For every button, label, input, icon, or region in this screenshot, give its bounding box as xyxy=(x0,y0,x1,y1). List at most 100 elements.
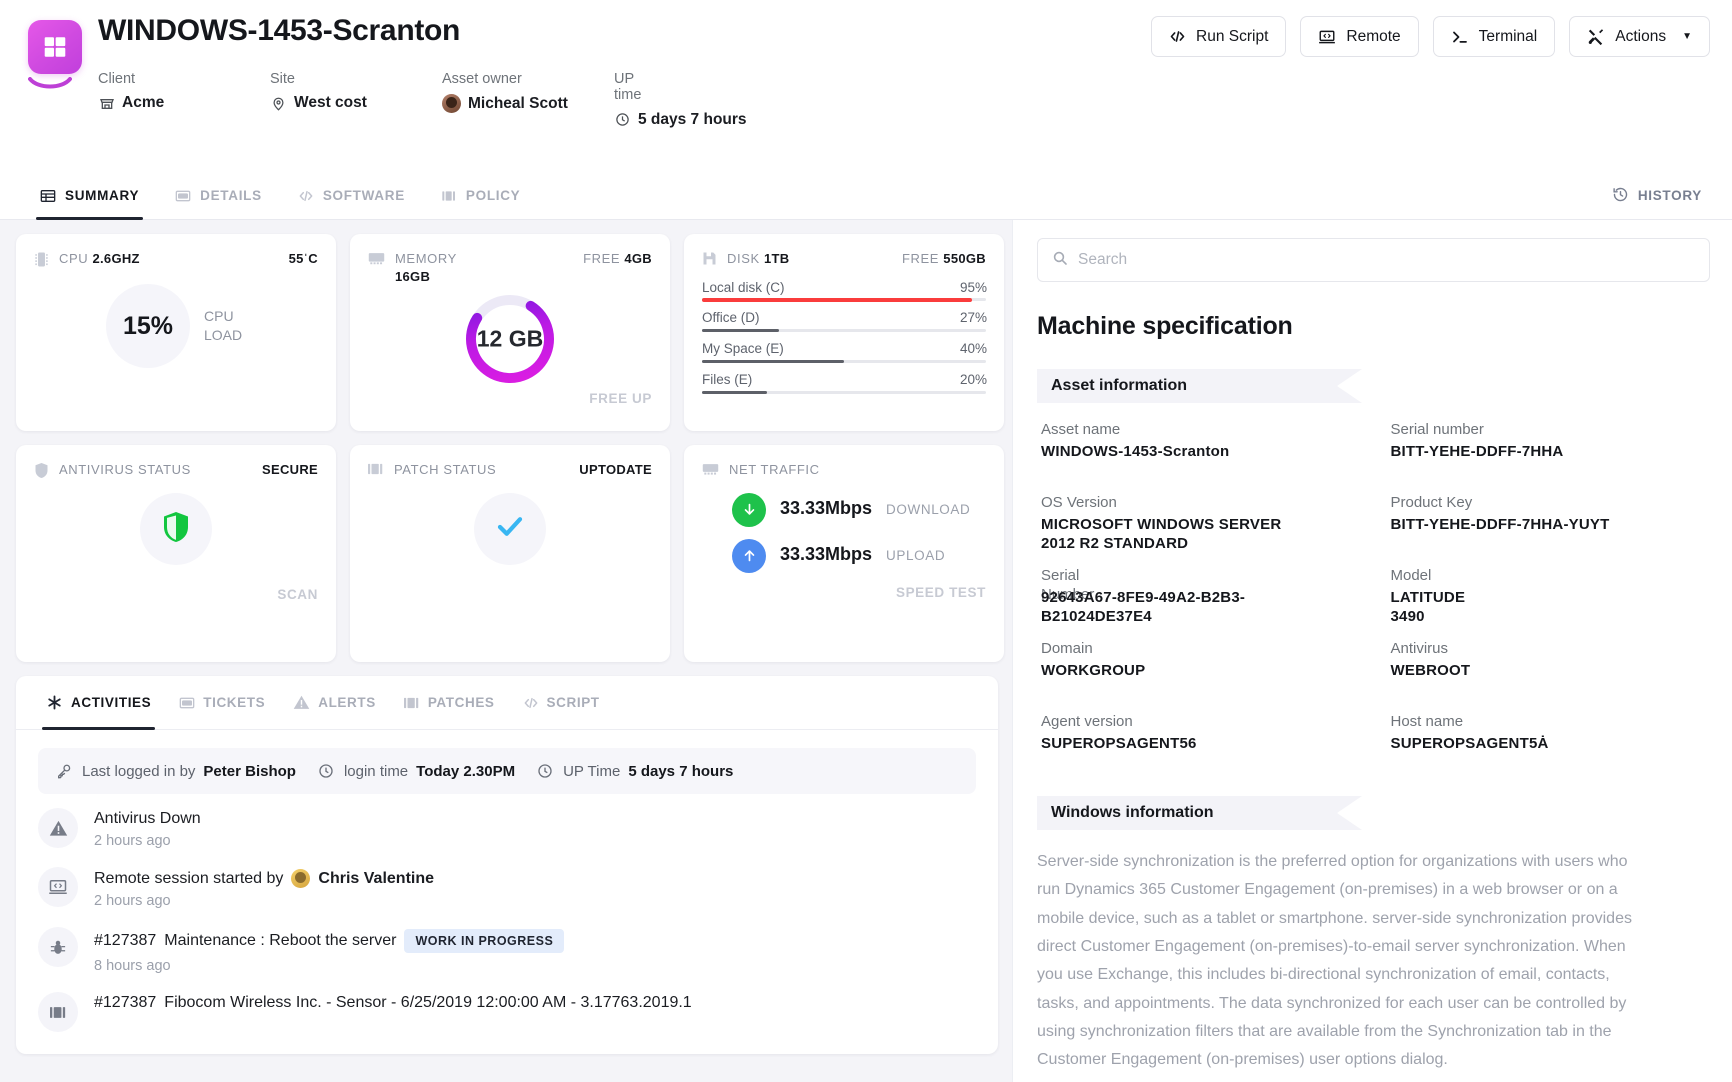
patch-icon xyxy=(368,462,384,476)
code-icon xyxy=(1169,28,1186,45)
cpu-title: CPU xyxy=(59,251,89,266)
tab-software-label: SOFTWARE xyxy=(322,188,405,203)
tab-patches[interactable]: PATCHES xyxy=(390,676,509,729)
clock-icon xyxy=(614,111,631,128)
antivirus-status: SECURE xyxy=(262,462,318,477)
login-time-label: login time xyxy=(343,762,409,780)
disk-volume-fill xyxy=(702,390,768,394)
spec-label: Agent version xyxy=(1041,713,1133,730)
tab-script[interactable]: SCRIPT xyxy=(509,676,614,729)
remote-label: Remote xyxy=(1346,27,1401,45)
cpu-card: CPU 2.6GHZ 55ˈC 15% CPU LOAD xyxy=(16,234,336,431)
right-panel: Machine specification Asset information … xyxy=(1012,220,1732,1082)
activity-title: Maintenance : Reboot the server xyxy=(164,932,397,949)
windows-information-section-header: Windows information xyxy=(1037,796,1362,830)
meta-site-value: West cost xyxy=(294,94,367,112)
disk-volume-fill xyxy=(702,359,844,363)
tab-details[interactable]: DETAILS xyxy=(157,172,280,219)
uptime-value: 5 days 7 hours xyxy=(628,762,734,780)
spec-value: MICROSOFT WINDOWS SERVER 2012 R2 STANDAR… xyxy=(1041,515,1282,553)
code-icon xyxy=(298,188,314,204)
tab-alerts[interactable]: ALERTS xyxy=(279,676,390,729)
search-box[interactable] xyxy=(1037,238,1710,282)
disk-volume-row: Files (E) 20% xyxy=(702,371,988,394)
list-item[interactable]: #127387 Fibocom Wireless Inc. - Sensor -… xyxy=(38,992,976,1032)
disk-title: DISK xyxy=(727,251,760,266)
activity-list: Antivirus Down 2 hours ago Remote sessio… xyxy=(16,794,998,1032)
meta-client-value-row: Acme xyxy=(98,94,270,112)
list-item[interactable]: Antivirus Down 2 hours ago xyxy=(38,808,976,849)
terminal-button[interactable]: Terminal xyxy=(1432,16,1556,57)
meta-asset-owner-value-row: Micheal Scott xyxy=(442,94,614,114)
arrow-up-icon xyxy=(732,538,766,573)
terminal-label: Terminal xyxy=(1478,27,1538,45)
activity-time: 8 hours ago xyxy=(94,958,171,974)
disk-volume-name: Office (D) xyxy=(702,309,760,325)
meta-uptime-value: 5 days 7 hours xyxy=(638,110,747,128)
memory-used-value: 12 GB xyxy=(476,325,544,352)
tab-policy[interactable]: POLICY xyxy=(423,172,538,219)
header-meta-row: Client Acme Site West cost Asset owner M… xyxy=(98,71,1704,129)
patch-status-gauge xyxy=(474,492,546,565)
run-script-label: Run Script xyxy=(1196,27,1269,45)
net-upload-speed: 33.33Mbps xyxy=(780,543,873,564)
disk-volume-track xyxy=(702,390,986,394)
list-item[interactable]: #127387 Maintenance : Reboot the server … xyxy=(38,927,976,974)
history-button[interactable]: HISTORY xyxy=(1612,172,1710,219)
tab-summary[interactable]: SUMMARY xyxy=(22,172,157,220)
tab-tickets[interactable]: TICKETS xyxy=(165,676,279,729)
meta-asset-owner-value: Micheal Scott xyxy=(468,94,568,112)
spec-value: 92643A67-8FE9-49A2-B2B3-B21024DE37E4 xyxy=(1041,588,1246,626)
shield-filled-icon xyxy=(161,510,191,549)
antivirus-scan-button[interactable]: SCAN xyxy=(34,587,318,602)
tab-patches-label: PATCHES xyxy=(427,695,495,710)
disk-volume-percent: 20% xyxy=(960,371,988,387)
memory-free-up-button[interactable]: FREE UP xyxy=(368,391,652,406)
tab-activities[interactable]: ACTIVITIES xyxy=(32,676,165,730)
spec-label: Host name xyxy=(1390,713,1464,730)
disk-volume-track xyxy=(702,359,986,363)
actions-label: Actions xyxy=(1615,27,1667,45)
search-input[interactable] xyxy=(1078,251,1695,269)
spec-field-serial-number: Serial Number 92643A67-8FE9-49A2-B2B3-B2… xyxy=(1041,567,1361,640)
page-header: WINDOWS-1453-Scranton Client Acme Site W… xyxy=(0,0,1732,172)
clock-icon xyxy=(537,763,553,779)
memory-total: 16GB xyxy=(395,268,431,284)
net-download-row: 33.33Mbps DOWNLOAD xyxy=(732,492,986,527)
net-speed-test-button[interactable]: SPEED TEST xyxy=(702,585,986,600)
memory-card: MEMORY 16GB FREE 4GB 12 GB FREE UP xyxy=(350,234,670,431)
memory-free-label: FREE xyxy=(583,251,621,266)
remote-button[interactable]: Remote xyxy=(1300,16,1419,57)
tab-software[interactable]: SOFTWARE xyxy=(280,172,423,219)
meta-asset-owner: Asset owner Micheal Scott xyxy=(442,71,614,129)
run-script-button[interactable]: Run Script xyxy=(1151,16,1287,57)
warning-triangle-icon xyxy=(38,808,78,848)
spec-label: Serial number xyxy=(1390,421,1484,438)
list-item[interactable]: Remote session started by Chris Valentin… xyxy=(38,867,976,909)
disk-volume-track xyxy=(702,328,986,332)
spec-field-os-version: OS Version MICROSOFT WINDOWS SERVER 2012… xyxy=(1041,494,1361,567)
meta-uptime: UP time 5 days 7 hours xyxy=(614,71,747,129)
key-icon xyxy=(56,763,72,779)
login-time-value: Today 2.30PM xyxy=(416,762,516,780)
checkmark-icon xyxy=(493,511,527,546)
actions-button[interactable]: Actions ▼ xyxy=(1569,16,1710,57)
tab-policy-label: POLICY xyxy=(465,188,521,203)
asset-information-title: Asset information xyxy=(1051,377,1188,394)
windows-information-title: Windows information xyxy=(1051,804,1214,821)
spec-value: WINDOWS-1453-Scranton xyxy=(1041,442,1230,460)
meta-client: Client Acme xyxy=(98,71,270,129)
asset-information-section-header: Asset information xyxy=(1037,369,1362,403)
spec-value: SUPEROPSAGENT56 xyxy=(1041,734,1197,752)
floppy-disk-icon xyxy=(702,251,717,266)
net-upload-label: UPLOAD xyxy=(886,547,946,563)
machine-specification-heading: Machine specification xyxy=(1037,312,1293,340)
clock-icon xyxy=(318,763,334,779)
asset-information-grid: Asset name WINDOWS-1453-Scranton Serial … xyxy=(1037,421,1710,786)
net-traffic-card: NET TRAFFIC 33.33Mbps DOWNLOAD 33.33Mbps… xyxy=(684,445,1004,662)
tab-activities-label: ACTIVITIES xyxy=(71,695,152,710)
spec-field-serial-number-short: Serial number BITT-YEHE-DDFF-7HHA xyxy=(1391,421,1711,494)
cpu-temperature: 55ˈC xyxy=(288,251,318,266)
spec-label: Asset name xyxy=(1041,421,1121,438)
status-badge: WORK IN PROGRESS xyxy=(404,929,565,953)
